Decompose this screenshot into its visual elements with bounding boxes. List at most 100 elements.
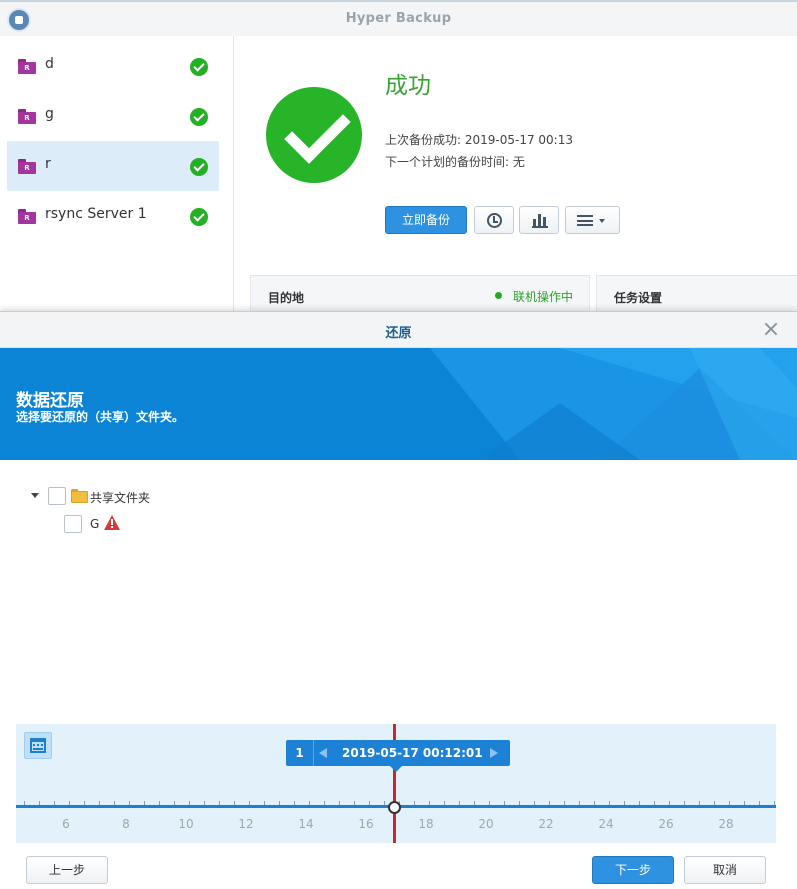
timeline-tick bbox=[714, 801, 715, 805]
timeline-tick bbox=[99, 801, 100, 805]
timeline-tick bbox=[114, 801, 115, 805]
clock-icon bbox=[487, 213, 502, 228]
task-detail: 成功 上次备份成功: 2019-05-17 00:13 下一个计划的备份时间: … bbox=[235, 36, 797, 312]
timeline-tick bbox=[639, 801, 640, 805]
folder-g-checkbox[interactable] bbox=[64, 515, 82, 533]
timeline-tick bbox=[339, 801, 340, 805]
timeline-tick-label: 18 bbox=[418, 817, 434, 831]
timeline-tick bbox=[609, 801, 610, 805]
next-backup-time: 下一个计划的备份时间: 无 bbox=[385, 155, 525, 169]
timeline-tick bbox=[39, 801, 40, 805]
last-backup-time: 上次备份成功: 2019-05-17 00:13 bbox=[385, 133, 573, 147]
version-timeline[interactable]: 1 2019-05-17 00:12:01 6 8 10 12 14 16 18 20 22 24… bbox=[16, 724, 776, 843]
timeline-tick bbox=[159, 801, 160, 805]
task-item-d[interactable]: R d bbox=[7, 41, 219, 91]
task-item-g[interactable]: R g bbox=[7, 91, 219, 141]
menu-icon bbox=[577, 215, 593, 226]
timeline-tick-label: 26 bbox=[658, 817, 674, 831]
timeline-tick bbox=[204, 801, 205, 805]
task-label: rsync Server 1 bbox=[45, 206, 147, 222]
timeline-tick bbox=[744, 801, 745, 805]
timeline-tick bbox=[324, 801, 325, 805]
timeline-tick bbox=[144, 801, 145, 805]
task-item-rsync-server-1[interactable]: R rsync Server 1 bbox=[7, 191, 219, 241]
timeline-tick bbox=[519, 801, 520, 805]
success-check-icon bbox=[190, 158, 208, 176]
timeline-tick bbox=[369, 801, 370, 805]
status-title: 成功 bbox=[385, 73, 431, 99]
online-status-text: 联机操作中 bbox=[513, 290, 574, 304]
timeline-tick-label: 16 bbox=[358, 817, 374, 831]
success-status-icon bbox=[266, 87, 362, 183]
timeline-tick bbox=[564, 801, 565, 805]
window-titlebar: Hyper Backup bbox=[0, 2, 797, 36]
window-title: Hyper Backup bbox=[345, 11, 452, 26]
timeline-tick bbox=[384, 801, 385, 805]
more-actions-button[interactable] bbox=[565, 206, 620, 234]
timeline-tick bbox=[84, 801, 85, 805]
calendar-button[interactable] bbox=[24, 732, 52, 759]
dialog-footer: 上一步 下一步 取消 bbox=[0, 843, 797, 889]
timeline-tick bbox=[249, 801, 250, 805]
timeline-tick bbox=[69, 801, 70, 805]
timeline-tick bbox=[699, 801, 700, 805]
timeline-tick bbox=[624, 801, 625, 805]
cancel-button[interactable]: 取消 bbox=[684, 856, 766, 884]
online-status-dot-icon bbox=[495, 292, 502, 299]
warning-icon bbox=[104, 515, 120, 530]
timeline-tick bbox=[759, 801, 760, 805]
timeline-tick bbox=[129, 801, 130, 805]
folder-tree: 共享文件夹 G bbox=[0, 460, 797, 720]
timeline-tick-label: 6 bbox=[62, 817, 70, 831]
timeline-tick bbox=[54, 801, 55, 805]
task-label: g bbox=[45, 106, 54, 122]
rsync-task-icon: R bbox=[18, 59, 36, 74]
timeline-tick bbox=[189, 801, 190, 805]
timeline-tick bbox=[549, 801, 550, 805]
timeline-tick bbox=[774, 801, 775, 805]
success-check-icon bbox=[190, 108, 208, 126]
restore-dialog: 还原 数据还原 选择要还原的（共享）文件夹。 共享文件夹 G 1 2019-05… bbox=[0, 311, 797, 889]
next-version-icon[interactable] bbox=[490, 748, 498, 758]
version-count: 1 bbox=[286, 740, 314, 766]
snapshot-point[interactable] bbox=[388, 801, 401, 814]
banner-subtitle: 选择要还原的（共享）文件夹。 bbox=[16, 410, 185, 424]
timeline-tick-label: 20 bbox=[478, 817, 494, 831]
timeline-tick bbox=[459, 801, 460, 805]
bar-chart-icon bbox=[532, 214, 548, 228]
rsync-task-icon: R bbox=[18, 209, 36, 224]
tree-expand-icon[interactable] bbox=[31, 493, 39, 498]
timeline-tick-label: 12 bbox=[238, 817, 254, 831]
timeline-tick bbox=[174, 801, 175, 805]
timeline-tick bbox=[534, 801, 535, 805]
rsync-task-icon: R bbox=[18, 159, 36, 174]
backup-history-button[interactable] bbox=[474, 206, 514, 234]
timeline-tick-label: 14 bbox=[298, 817, 314, 831]
dialog-titlebar: 还原 bbox=[0, 312, 797, 348]
chevron-down-icon bbox=[599, 219, 605, 223]
timeline-tick bbox=[354, 801, 355, 805]
tree-root-label: 共享文件夹 bbox=[90, 491, 151, 505]
timeline-tick bbox=[654, 801, 655, 805]
timeline-tick-label: 10 bbox=[178, 817, 194, 831]
close-icon[interactable] bbox=[763, 321, 779, 337]
destination-panel: 目的地 联机操作中 bbox=[250, 275, 590, 312]
timeline-tick bbox=[219, 801, 220, 805]
task-settings-heading: 任务设置 bbox=[614, 291, 663, 305]
previous-step-button[interactable]: 上一步 bbox=[26, 856, 108, 884]
timeline-tick bbox=[489, 801, 490, 805]
timeline-tick-label: 24 bbox=[598, 817, 614, 831]
previous-version-icon[interactable] bbox=[319, 748, 327, 758]
timeline-tick bbox=[294, 801, 295, 805]
timeline-tick bbox=[684, 801, 685, 805]
timeline-tick bbox=[504, 801, 505, 805]
statistics-button[interactable] bbox=[519, 206, 559, 234]
backup-now-button[interactable]: 立即备份 bbox=[385, 206, 467, 234]
selected-version-date: 2019-05-17 00:12:01 bbox=[342, 746, 483, 760]
timeline-tick bbox=[414, 801, 415, 805]
shared-folder-checkbox[interactable] bbox=[48, 487, 66, 505]
task-label: r bbox=[45, 156, 51, 172]
timeline-tick bbox=[264, 801, 265, 805]
next-step-button[interactable]: 下一步 bbox=[592, 856, 674, 884]
task-item-r[interactable]: R r bbox=[7, 141, 219, 191]
